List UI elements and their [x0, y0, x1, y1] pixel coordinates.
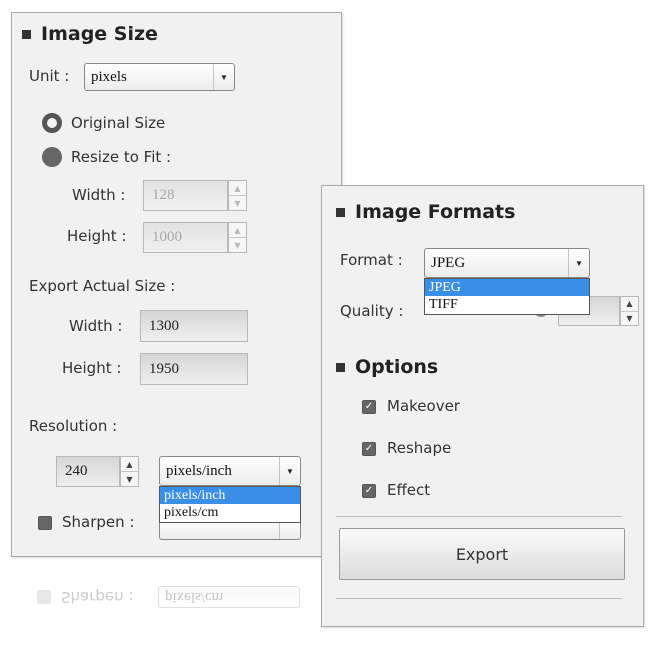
reshape-checkbox[interactable]: ✓ [362, 442, 376, 456]
resize-width-label: Width : [72, 186, 126, 204]
resolution-field[interactable]: 240 [56, 456, 120, 487]
options-divider [336, 516, 622, 517]
image-formats-heading: Image Formats [336, 201, 515, 223]
chevron-down-icon[interactable]: ▼ [621, 310, 638, 326]
format-label: Format : [340, 251, 403, 269]
image-size-heading: Image Size [22, 23, 158, 45]
format-select[interactable]: JPEG ▼ [424, 248, 590, 278]
export-width-field[interactable]: 1300 [140, 310, 248, 342]
options-title: Options [355, 356, 439, 378]
sharpen-checkbox[interactable] [38, 516, 52, 530]
format-dropdown: JPEG TIFF [424, 278, 590, 315]
chevron-down-icon[interactable]: ▼ [213, 64, 234, 90]
reflection-select: pixels/cm [158, 586, 300, 608]
resize-width-stepper[interactable]: ▲ ▼ [228, 180, 247, 211]
square-bullet-icon [22, 29, 31, 39]
panel-reflection: Sharpen : pixels/cm [11, 570, 340, 610]
original-size-radio[interactable] [42, 113, 62, 133]
chevron-down-icon[interactable]: ▼ [279, 457, 300, 485]
resize-height-field[interactable]: 1000 [143, 222, 228, 253]
resolution-option-pixels-cm[interactable]: pixels/cm [160, 504, 300, 521]
reflection-sharpen-label: Sharpen : [61, 588, 134, 606]
bottom-divider [336, 598, 622, 599]
image-formats-title: Image Formats [355, 201, 516, 223]
makeover-label[interactable]: Makeover [387, 397, 460, 415]
chevron-down-icon[interactable]: ▼ [568, 249, 589, 277]
unit-select[interactable]: pixels ▼ [84, 63, 235, 91]
chevron-up-icon[interactable]: ▲ [121, 457, 138, 471]
resize-height-stepper[interactable]: ▲ ▼ [228, 222, 247, 253]
format-option-tiff[interactable]: TIFF [425, 296, 589, 313]
resolution-unit-select[interactable]: pixels/inch ▼ [159, 456, 301, 486]
square-bullet-icon [336, 207, 345, 217]
reflection-checkbox [37, 590, 51, 604]
square-bullet-icon [336, 362, 345, 372]
quality-stepper[interactable]: ▲ ▼ [620, 296, 639, 326]
image-size-panel: Image Size Unit : pixels ▼ Original Size… [11, 12, 342, 557]
resize-to-fit-label[interactable]: Resize to Fit : [71, 148, 171, 166]
options-heading: Options [336, 356, 438, 378]
export-actual-size-label: Export Actual Size : [29, 277, 176, 295]
resolution-label: Resolution : [29, 417, 118, 435]
reshape-label[interactable]: Reshape [387, 439, 451, 457]
effect-checkbox[interactable]: ✓ [362, 484, 376, 498]
chevron-down-icon[interactable]: ▼ [121, 471, 138, 486]
quality-label: Quality : [340, 302, 404, 320]
resolution-stepper[interactable]: ▲ ▼ [120, 456, 139, 487]
image-formats-panel: Image Formats Format : JPEG ▼ JPEG TIFF … [321, 185, 644, 627]
unit-label: Unit : [29, 67, 70, 85]
format-option-jpeg[interactable]: JPEG [425, 279, 589, 296]
image-size-title: Image Size [41, 23, 158, 45]
export-width-label: Width : [69, 317, 123, 335]
export-button[interactable]: Export [339, 528, 625, 580]
chevron-up-icon[interactable]: ▲ [621, 297, 638, 311]
resolution-option-pixels-inch[interactable]: pixels/inch [160, 487, 300, 504]
resize-to-fit-radio[interactable] [42, 147, 62, 167]
export-height-label: Height : [62, 359, 122, 377]
resolution-unit-value: pixels/inch [166, 462, 232, 479]
makeover-checkbox[interactable]: ✓ [362, 400, 376, 414]
unit-select-value: pixels [91, 68, 127, 85]
chevron-up-icon[interactable]: ▲ [229, 223, 246, 237]
resize-height-label: Height : [67, 227, 127, 245]
reflection-select-value: pixels/cm [165, 589, 224, 606]
resize-width-field[interactable]: 128 [143, 180, 228, 211]
resolution-unit-dropdown: pixels/inch pixels/cm [159, 486, 301, 523]
export-height-field[interactable]: 1950 [140, 353, 248, 385]
chevron-up-icon[interactable]: ▲ [229, 181, 246, 195]
original-size-label[interactable]: Original Size [71, 114, 165, 132]
effect-label[interactable]: Effect [387, 481, 430, 499]
sharpen-label[interactable]: Sharpen : [62, 513, 134, 531]
format-select-value: JPEG [431, 254, 466, 271]
chevron-down-icon[interactable]: ▼ [229, 237, 246, 252]
chevron-down-icon[interactable]: ▼ [229, 195, 246, 210]
